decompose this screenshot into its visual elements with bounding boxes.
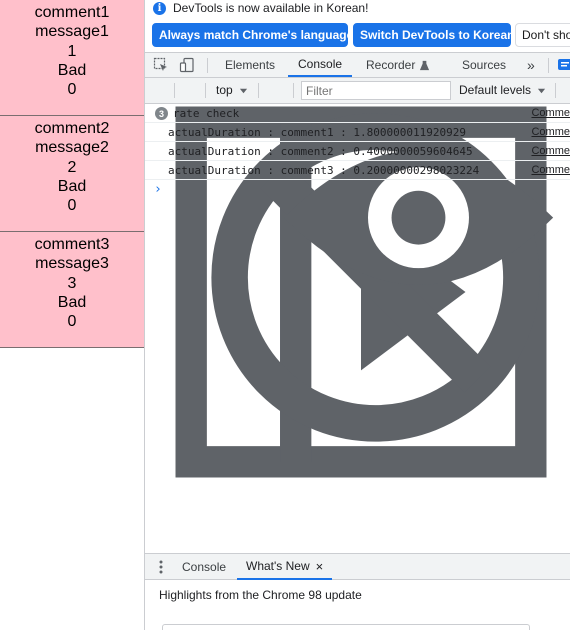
- comment-id: 3: [67, 274, 77, 292]
- chevron-down-icon: [537, 88, 546, 93]
- drawer-menu-icon[interactable]: [159, 560, 163, 574]
- issues-icon[interactable]: [557, 58, 570, 74]
- repeat-count-badge: 3: [155, 107, 168, 120]
- console-source-link[interactable]: Comme: [531, 164, 570, 176]
- toolbar-divider: [205, 83, 206, 98]
- tabbar-divider: [548, 58, 549, 73]
- toolbar-divider: [555, 83, 556, 98]
- console-log-text: actualDuration : comment3 : 0.2000000029…: [168, 163, 480, 177]
- whats-new-panel: Highlights from the Chrome 98 update: [145, 581, 570, 630]
- log-levels-dropdown[interactable]: Default levels: [459, 83, 546, 97]
- console-prompt-icon: ›: [154, 182, 162, 197]
- comment-card: comment1 message1 1 Bad 0: [0, 0, 144, 116]
- drawer-tabbar: Console What's New ×: [145, 553, 570, 580]
- comment-id: 1: [67, 42, 77, 60]
- console-group-row[interactable]: 3 rate check Comme: [145, 104, 570, 123]
- drawer-tab-console[interactable]: Console: [182, 554, 226, 580]
- console-log-row: actualDuration : comment3 : 0.2000000029…: [145, 161, 570, 180]
- context-selector[interactable]: top: [216, 83, 248, 97]
- app-pane: comment1 message1 1 Bad 0 comment2 messa…: [0, 0, 144, 630]
- console-source-link[interactable]: Comme: [531, 145, 570, 157]
- console-toolbar: top Default levels: [145, 78, 570, 478]
- tab-recorder-label: Recorder: [366, 58, 416, 72]
- more-tabs-button[interactable]: »: [527, 53, 535, 77]
- switch-to-korean-button[interactable]: Switch DevTools to Korean: [353, 23, 514, 47]
- console-source-link[interactable]: Comme: [531, 107, 570, 119]
- close-tab-icon[interactable]: ×: [316, 559, 324, 574]
- console-log-text: actualDuration : comment1 : 1.8000000119…: [168, 125, 467, 139]
- chevron-down-icon: [239, 88, 247, 93]
- console-log-row: actualDuration : comment2 : 0.4000000059…: [145, 142, 570, 161]
- comment-card: comment2 message2 2 Bad 0: [0, 116, 144, 232]
- console-prompt-row[interactable]: ›: [145, 180, 570, 200]
- comment-count: 0: [67, 197, 77, 215]
- comment-message: message3: [35, 255, 109, 273]
- devtools-panel: i DevTools is now available in Korean! A…: [144, 0, 570, 630]
- context-selector-value: top: [216, 83, 233, 97]
- infobar-message: DevTools is now available in Korean!: [173, 1, 369, 15]
- comment-count: 0: [67, 313, 77, 331]
- drawer-tab-whats-new-label: What's New: [246, 559, 310, 573]
- always-match-language-button[interactable]: Always match Chrome's language: [152, 23, 353, 47]
- tab-elements[interactable]: Elements: [225, 53, 275, 77]
- comment-author: comment3: [34, 236, 110, 253]
- toolbar-divider: [174, 83, 175, 98]
- info-icon: i: [153, 1, 166, 15]
- comment-id: 2: [67, 158, 77, 176]
- whats-new-card: [162, 624, 530, 630]
- comment-message: message1: [35, 23, 109, 41]
- log-levels-value: Default levels: [459, 83, 532, 97]
- comment-message: message2: [35, 139, 109, 157]
- drawer-tab-whats-new[interactable]: What's New ×: [237, 554, 333, 580]
- tabbar-divider: [207, 58, 208, 73]
- comment-count: 0: [67, 81, 77, 99]
- whats-new-headline: Highlights from the Chrome 98 update: [159, 588, 362, 602]
- inspect-element-icon[interactable]: [153, 57, 169, 73]
- comment-author: comment1: [34, 4, 110, 21]
- console-output: 3 rate check Comme actualDuration : comm…: [145, 104, 570, 200]
- comment-rating: Bad: [57, 61, 87, 79]
- console-group-label: rate check: [173, 106, 240, 120]
- tab-recorder[interactable]: Recorder: [366, 53, 430, 77]
- console-log-row: actualDuration : comment1 : 1.8000000119…: [145, 123, 570, 142]
- toolbar-divider: [258, 83, 259, 98]
- console-source-link[interactable]: Comme: [531, 126, 570, 138]
- flask-icon: [420, 60, 430, 70]
- comment-rating: Bad: [57, 177, 87, 195]
- console-filter-input[interactable]: [301, 81, 451, 100]
- toolbar-divider: [293, 83, 294, 98]
- language-infobar: i DevTools is now available in Korean! A…: [145, 0, 570, 52]
- tab-sources[interactable]: Sources: [462, 53, 506, 77]
- device-toolbar-icon[interactable]: [179, 57, 195, 73]
- comment-author: comment2: [34, 120, 110, 137]
- comment-card: comment3 message3 3 Bad 0: [0, 232, 144, 348]
- tab-console[interactable]: Console: [288, 53, 353, 77]
- infobar-message-row: i DevTools is now available in Korean!: [153, 0, 368, 16]
- comment-rating: Bad: [57, 293, 87, 311]
- dont-show-again-button[interactable]: Don't sho: [515, 23, 570, 47]
- console-log-text: actualDuration : comment2 : 0.4000000059…: [168, 144, 473, 158]
- devtools-tabbar: Elements Console Recorder Sources »: [145, 52, 570, 78]
